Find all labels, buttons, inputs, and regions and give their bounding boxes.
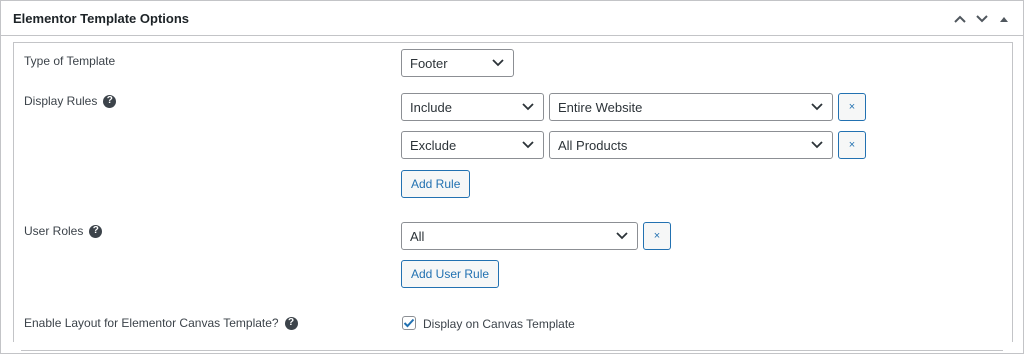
add-user-rule-button[interactable]: Add User Rule [401,260,500,288]
metabox-title: Elementor Template Options [13,11,190,26]
template-type-label: Type of Template [24,54,116,68]
triangle-up-icon [1000,17,1008,22]
display-rules-label: Display Rules ? [24,94,117,108]
chevron-down-icon [522,141,534,149]
chevron-down-icon [616,232,628,240]
user-role-select[interactable]: All [401,222,638,250]
toggle-panel-button[interactable] [993,9,1015,29]
rule-target-select[interactable]: Entire Website [549,93,833,121]
metabox-inside [13,42,1013,342]
move-up-button[interactable] [949,9,971,29]
add-rule-button[interactable]: Add Rule [401,170,471,198]
elementor-template-options-metabox: Elementor Template Options Type of Templ… [0,0,1024,354]
chevron-down-icon [522,103,534,111]
metabox-handle-actions [949,9,1015,29]
chevron-down-icon [811,103,823,111]
checkmark-icon [403,318,415,328]
bottom-divider [21,350,1003,351]
template-type-select[interactable]: Footer [401,49,514,77]
help-icon[interactable]: ? [284,316,298,330]
move-down-button[interactable] [971,9,993,29]
remove-user-role-button[interactable]: × [643,222,671,250]
chevron-down-icon [976,15,988,23]
canvas-layout-label: Enable Layout for Elementor Canvas Templ… [24,316,298,330]
help-icon[interactable]: ? [89,224,103,238]
rule-condition-select[interactable]: Exclude [401,131,544,159]
help-icon[interactable]: ? [103,94,117,108]
rule-target-select[interactable]: All Products [549,131,833,159]
remove-rule-button[interactable]: × [838,93,866,121]
chevron-down-icon [811,141,823,149]
display-on-canvas-checkbox[interactable] [402,316,416,330]
remove-rule-button[interactable]: × [838,131,866,159]
metabox-header: Elementor Template Options [1,0,1023,36]
rule-condition-select[interactable]: Include [401,93,544,121]
user-roles-label: User Roles ? [24,224,103,238]
chevron-up-icon [954,15,966,23]
chevron-down-icon [492,59,504,67]
display-on-canvas-label[interactable]: Display on Canvas Template [423,317,575,331]
